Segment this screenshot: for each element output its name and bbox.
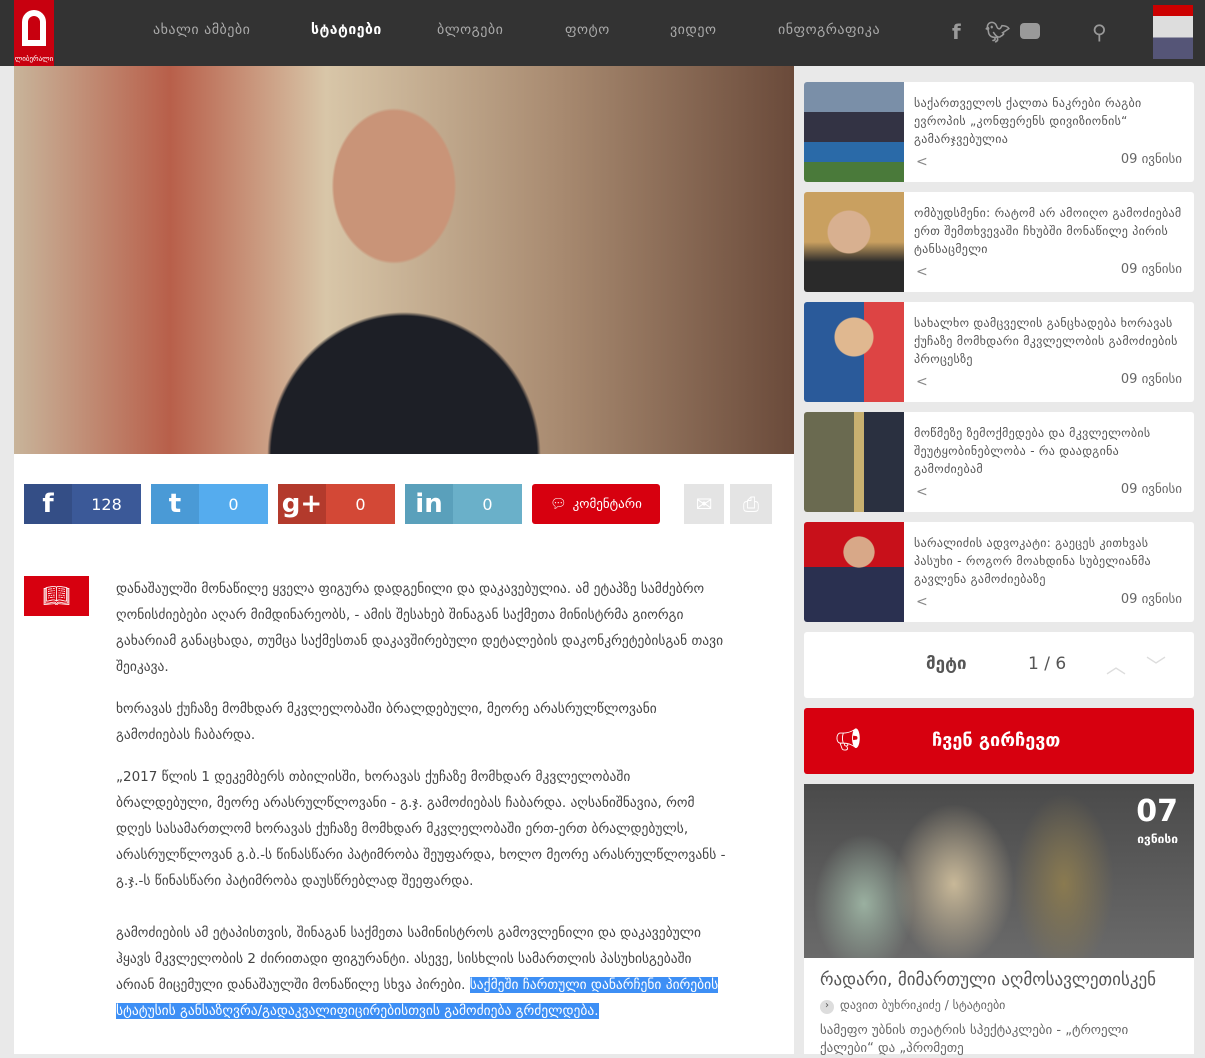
linkedin-icon: in (405, 484, 453, 524)
news-thumbnail (804, 302, 904, 402)
article-hero-image (14, 66, 794, 454)
pagination: 1 / 6 (1028, 654, 1067, 674)
facebook-icon[interactable]: f (952, 20, 961, 44)
googleplus-share-button[interactable]: g+ 0 (278, 484, 395, 524)
sidebar-news-item[interactable]: საქართველოს ქალთა ნაკრები რაგბი ევროპის … (804, 82, 1194, 182)
print-button[interactable]: ⎙ (730, 484, 772, 524)
linkedin-count: 0 (482, 494, 493, 514)
facebook-count: 128 (91, 494, 122, 514)
search-icon[interactable]: ⚲ (1092, 20, 1107, 44)
nav-news[interactable]: ახალი ამბები (153, 22, 250, 38)
recommend-label: ჩვენ გირჩევთ (932, 730, 1061, 751)
nav-infographics[interactable]: ინფოგრაფიკა (778, 22, 880, 38)
news-title: ომბუდსმენი: რატომ არ ამოიღო გამოძიებამ ე… (914, 206, 1182, 256)
sidebar-news-item[interactable]: მოწმეზე ზემოქმედება და მკვლელობის შეუტყო… (804, 412, 1194, 512)
chevron-up-icon[interactable]: ︿ (1106, 650, 1126, 679)
featured-meta[interactable]: დავით ბუხრიკიძე / სტატიები (840, 998, 1005, 1012)
nav-photo[interactable]: ფოტო (565, 22, 610, 38)
print-icon: ⎙ (743, 492, 759, 516)
share-icon[interactable]: < (916, 594, 928, 610)
news-title: საქართველოს ქალთა ნაკრები რაგბი ევროპის … (914, 96, 1142, 146)
news-thumbnail (804, 82, 904, 182)
comment-icon: 💬︎ (550, 496, 567, 512)
facebook-share-button[interactable]: f 128 (24, 484, 141, 524)
news-date: 09 ივნისი (1120, 372, 1182, 387)
news-title: სახალხო დამცველის განცხადება ხორავას ქუჩ… (914, 316, 1178, 366)
recommend-banner[interactable]: 📢︎ ჩვენ გირჩევთ (804, 708, 1194, 774)
googleplus-icon: g+ (278, 484, 326, 524)
email-button[interactable]: ✉ (684, 484, 724, 524)
comment-button[interactable]: 💬︎ კომენტარი (532, 484, 660, 524)
sidebar-news-item[interactable]: ომბუდსმენი: რატომ არ ამოიღო გამოძიებამ ე… (804, 192, 1194, 292)
news-title: სარალიძის ადვოკატი: გაეცეს კითხვას პასუხ… (914, 536, 1151, 586)
more-panel: მეტი 1 / 6 ︿ ﹀ (804, 632, 1194, 698)
magazine-cover[interactable] (1153, 5, 1193, 59)
news-date: 09 ივნისი (1120, 482, 1182, 497)
googleplus-count: 0 (355, 494, 366, 514)
article-paragraph: გამოძიების ამ ეტაპისთვის, შინაგან საქმეთ… (116, 920, 726, 1024)
news-date: 09 ივნისი (1120, 152, 1182, 167)
twitter-icon[interactable]: 🐦︎ (985, 20, 1010, 44)
book-icon: 📖︎ (24, 576, 89, 616)
share-icon[interactable]: < (916, 264, 928, 280)
twitter-count: 0 (228, 494, 239, 514)
featured-title[interactable]: რადარი, მიმართული აღმოსავლეთისკენ (820, 970, 1156, 990)
nav-video[interactable]: ვიდეო (670, 22, 717, 38)
logo-text: ლიბერალი (14, 55, 54, 63)
megaphone-icon: 📢︎ (834, 728, 862, 753)
news-thumbnail (804, 522, 904, 622)
news-date: 09 ივნისი (1120, 262, 1182, 277)
news-thumbnail (804, 412, 904, 512)
sidebar-news-item[interactable]: სახალხო დამცველის განცხადება ხორავას ქუჩ… (804, 302, 1194, 402)
share-icon[interactable]: < (916, 484, 928, 500)
article-paragraph: „2017 წლის 1 დეკემბერს თბილისში, ხორავას… (116, 769, 726, 889)
article-paragraph: ხორავას ქუჩაზე მომხდარ მკვლელობაში ბრალდ… (116, 701, 657, 743)
featured-excerpt: სამეფო უბნის თეატრის სპექტაკლები - „ტროე… (820, 1023, 1129, 1056)
news-thumbnail (804, 192, 904, 292)
linkedin-share-button[interactable]: in 0 (405, 484, 522, 524)
more-button[interactable]: მეტი (926, 654, 967, 674)
share-icon[interactable]: < (916, 154, 928, 170)
site-logo[interactable]: ლიბერალი (14, 0, 54, 66)
twitter-icon: t (151, 484, 199, 524)
youtube-icon[interactable] (1020, 23, 1040, 39)
nav-blogs[interactable]: ბლოგები (437, 22, 503, 38)
chevron-right-icon: › (820, 1000, 834, 1014)
featured-article[interactable]: 07 ივნისი რადარი, მიმართული აღმოსავლეთის… (804, 784, 1194, 1056)
chevron-down-icon[interactable]: ﹀ (1146, 650, 1166, 679)
sidebar-news-item[interactable]: სარალიძის ადვოკატი: გაეცეს კითხვას პასუხ… (804, 522, 1194, 622)
site-header: ლიბერალი ახალი ამბები სტატიები ბლოგები ფ… (0, 0, 1205, 66)
mail-icon: ✉ (695, 492, 713, 516)
comment-label: კომენტარი (572, 496, 642, 512)
news-title: მოწმეზე ზემოქმედება და მკვლელობის შეუტყო… (914, 426, 1151, 476)
featured-day: 07 (1136, 794, 1178, 829)
facebook-icon: f (24, 484, 72, 524)
article-paragraph: დანაშაულში მონაწილე ყველა ფიგურა დადგენი… (116, 581, 724, 675)
featured-month: ივნისი (1137, 832, 1178, 846)
news-date: 09 ივნისი (1120, 592, 1182, 607)
twitter-share-button[interactable]: t0 (151, 484, 268, 524)
share-icon[interactable]: < (916, 374, 928, 390)
nav-articles[interactable]: სტატიები (311, 22, 382, 38)
